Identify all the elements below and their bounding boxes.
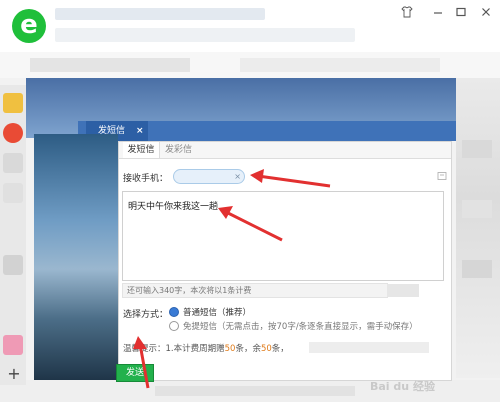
recipient-phone-input[interactable]: ×	[173, 169, 245, 184]
dock-app-icon[interactable]	[3, 183, 23, 203]
tab-close-icon[interactable]: ×	[136, 121, 144, 141]
close-icon[interactable]	[476, 6, 496, 22]
maximize-icon[interactable]	[451, 6, 471, 22]
hint-mid: 条，余	[235, 344, 261, 354]
blurred-region	[462, 200, 492, 218]
subtab-mms[interactable]: 发彩信	[165, 142, 192, 158]
dock-app-icon[interactable]	[3, 335, 23, 355]
radio-handsfree-sms[interactable]	[169, 321, 179, 331]
subtab-bar: 发短信 发彩信	[119, 142, 451, 159]
subtab-sms[interactable]: 发短信	[123, 142, 160, 158]
hint-gift-count: 50	[224, 344, 236, 354]
mode-label: 选择方式：	[123, 310, 169, 320]
hint-suffix: 条，	[271, 344, 289, 354]
hint-prefix: 温馨提示：1.本计费周期赠	[123, 344, 225, 354]
blurred-region	[309, 342, 429, 353]
add-icon[interactable]: +	[4, 364, 24, 384]
recipient-label: 接收手机：	[123, 174, 169, 184]
sms-dialog: 发短信 发彩信 接收手机： × 明天中午你来我这一趟 还可输入340字，本次将以…	[118, 141, 452, 381]
weibo-icon[interactable]	[3, 123, 23, 143]
blurred-region	[462, 260, 492, 278]
blurred-region	[456, 78, 500, 378]
blurred-region	[462, 140, 492, 158]
message-text: 明天中午你来我这一趟	[128, 202, 219, 212]
minimize-icon[interactable]	[428, 6, 448, 22]
watermark-logo: Bai du 经验	[370, 378, 435, 394]
blurred-address	[55, 28, 355, 42]
background-photo	[34, 134, 118, 380]
hint-remaining-count: 50	[260, 344, 272, 354]
radio-normal-sms[interactable]	[169, 307, 179, 317]
dock-app-icon[interactable]	[3, 153, 23, 173]
left-dock	[0, 85, 26, 385]
dock-app-icon[interactable]	[3, 93, 23, 113]
blurred-region	[30, 58, 190, 72]
title-bar: e	[0, 0, 500, 52]
app-logo-icon[interactable]: e	[12, 9, 46, 43]
message-textarea[interactable]: 明天中午你来我这一趟	[122, 191, 444, 281]
blurred-region	[387, 284, 419, 297]
blurred-region	[240, 58, 440, 72]
blurred-url-bar	[55, 8, 265, 20]
watermark-text: Bai du 经验	[370, 380, 435, 393]
contacts-icon[interactable]	[437, 171, 447, 181]
option-handsfree-sms[interactable]: 免提短信（无需点击，按70字/条逐条直接显示，需手动保存）	[183, 320, 418, 332]
char-count-text: 还可输入340字，本次将以1条计费	[122, 283, 388, 298]
option-normal-sms[interactable]: 普通短信（推荐）	[183, 306, 251, 318]
blurred-region	[155, 386, 355, 396]
clear-recipient-icon[interactable]: ×	[234, 171, 241, 182]
hint-text: 温馨提示：1.本计费周期赠50条，余50条，	[123, 342, 289, 354]
send-button[interactable]: 发送	[116, 364, 154, 382]
skin-shirt-icon[interactable]	[397, 6, 417, 22]
dock-app-icon[interactable]	[3, 255, 23, 275]
